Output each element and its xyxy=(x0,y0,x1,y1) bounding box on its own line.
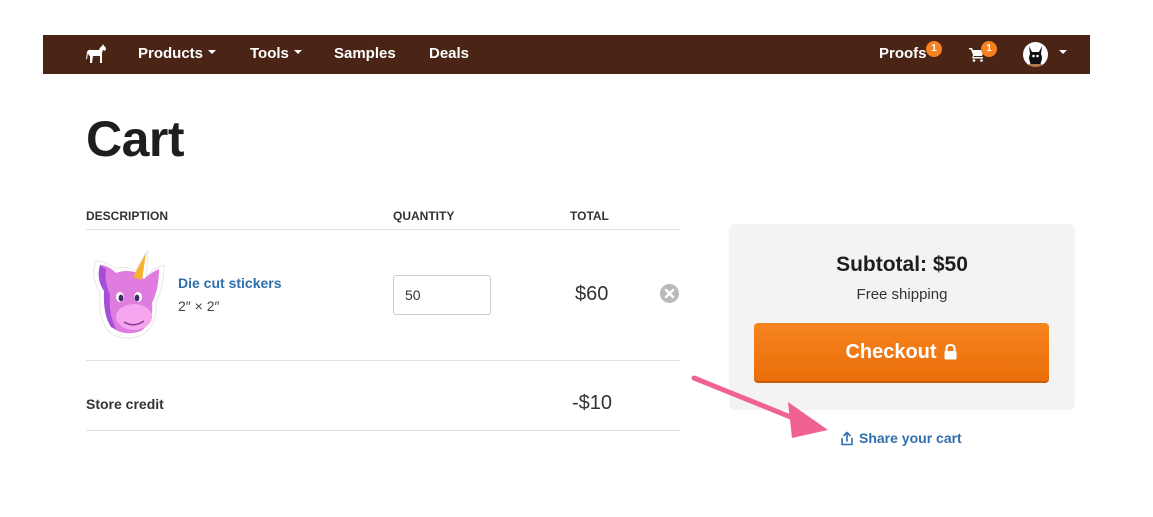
share-icon xyxy=(841,431,853,445)
chevron-down-icon xyxy=(208,50,217,55)
nav-samples[interactable]: Samples xyxy=(334,35,396,74)
nav-proofs[interactable]: Proofs xyxy=(879,35,927,74)
share-cart-link[interactable]: Share your cart xyxy=(840,430,962,446)
shipping-info: Free shipping xyxy=(856,286,948,303)
page-title: Cart xyxy=(86,111,185,167)
top-navbar: Products Tools Samples Deals Proofs 1 1 xyxy=(43,35,1090,74)
horse-logo-icon[interactable] xyxy=(84,43,108,65)
nav-proofs-label: Proofs xyxy=(879,45,927,62)
lock-icon xyxy=(944,344,957,360)
nav-tools[interactable]: Tools xyxy=(250,35,302,74)
checkout-button[interactable]: Checkout xyxy=(754,323,1049,383)
nav-tools-label: Tools xyxy=(250,45,289,62)
store-credit-label: Store credit xyxy=(86,396,164,412)
header-description: DESCRIPTION xyxy=(86,209,169,223)
divider xyxy=(86,229,680,230)
store-credit-value: -$10 xyxy=(572,392,613,414)
chevron-down-icon xyxy=(293,50,302,55)
product-size: 2″ × 2″ xyxy=(178,298,220,314)
user-avatar[interactable] xyxy=(1023,42,1048,67)
remove-item-button[interactable] xyxy=(660,284,679,303)
proofs-badge: 1 xyxy=(926,41,942,57)
nav-deals[interactable]: Deals xyxy=(429,35,469,74)
divider xyxy=(86,430,680,431)
checkout-label: Checkout xyxy=(845,340,937,363)
header-total: TOTAL xyxy=(570,209,609,223)
account-dropdown-icon[interactable] xyxy=(1059,50,1067,54)
header-quantity: QUANTITY xyxy=(393,209,455,223)
product-name-link[interactable]: Die cut stickers xyxy=(178,275,282,291)
divider xyxy=(86,360,680,361)
nav-products[interactable]: Products xyxy=(138,35,217,74)
nav-products-label: Products xyxy=(138,45,204,62)
quantity-input[interactable] xyxy=(393,275,491,315)
subtotal: Subtotal: $50 xyxy=(836,253,968,276)
unicorn-sticker-image xyxy=(93,249,165,339)
item-total: $60 xyxy=(575,283,609,305)
close-icon xyxy=(664,288,675,299)
order-summary: Subtotal: $50 Free shipping Checkout xyxy=(729,224,1075,410)
cart-badge: 1 xyxy=(981,41,997,57)
share-cart-label: Share your cart xyxy=(859,430,962,446)
cat-avatar-icon xyxy=(1029,46,1042,67)
